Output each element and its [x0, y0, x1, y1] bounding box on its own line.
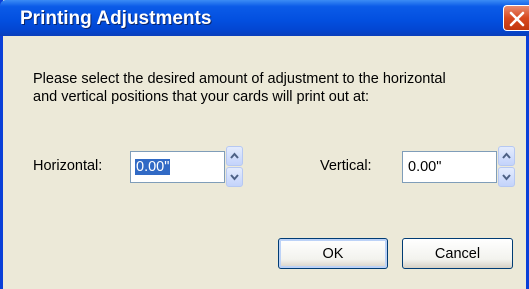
cancel-button[interactable]: Cancel	[402, 238, 513, 269]
vertical-increment-button[interactable]	[498, 146, 515, 166]
vertical-spinner[interactable]	[498, 146, 515, 188]
vertical-input[interactable]: 0.00"	[402, 151, 497, 183]
horizontal-input[interactable]: 0.00"	[130, 151, 225, 183]
horizontal-label: Horizontal:	[33, 158, 103, 174]
vertical-decrement-button[interactable]	[498, 167, 515, 187]
horizontal-value: 0.00"	[135, 159, 171, 175]
instructions-line-2: and vertical positions that your cards w…	[33, 89, 370, 105]
dialog-title: Printing Adjustments	[20, 8, 212, 29]
instructions-text: Please select the desired amount of adju…	[33, 70, 503, 106]
horizontal-spinner[interactable]	[226, 146, 243, 188]
horizontal-increment-button[interactable]	[226, 146, 243, 166]
horizontal-decrement-button[interactable]	[226, 167, 243, 187]
instructions-line-1: Please select the desired amount of adju…	[33, 71, 446, 87]
vertical-label: Vertical:	[320, 158, 372, 174]
close-button[interactable]	[503, 5, 529, 31]
vertical-value: 0.00"	[408, 159, 442, 175]
title-bar[interactable]: Printing Adjustments	[0, 0, 529, 36]
printing-adjustments-dialog: Printing Adjustments Please select the d…	[0, 0, 529, 289]
ok-button[interactable]: OK	[278, 238, 388, 269]
